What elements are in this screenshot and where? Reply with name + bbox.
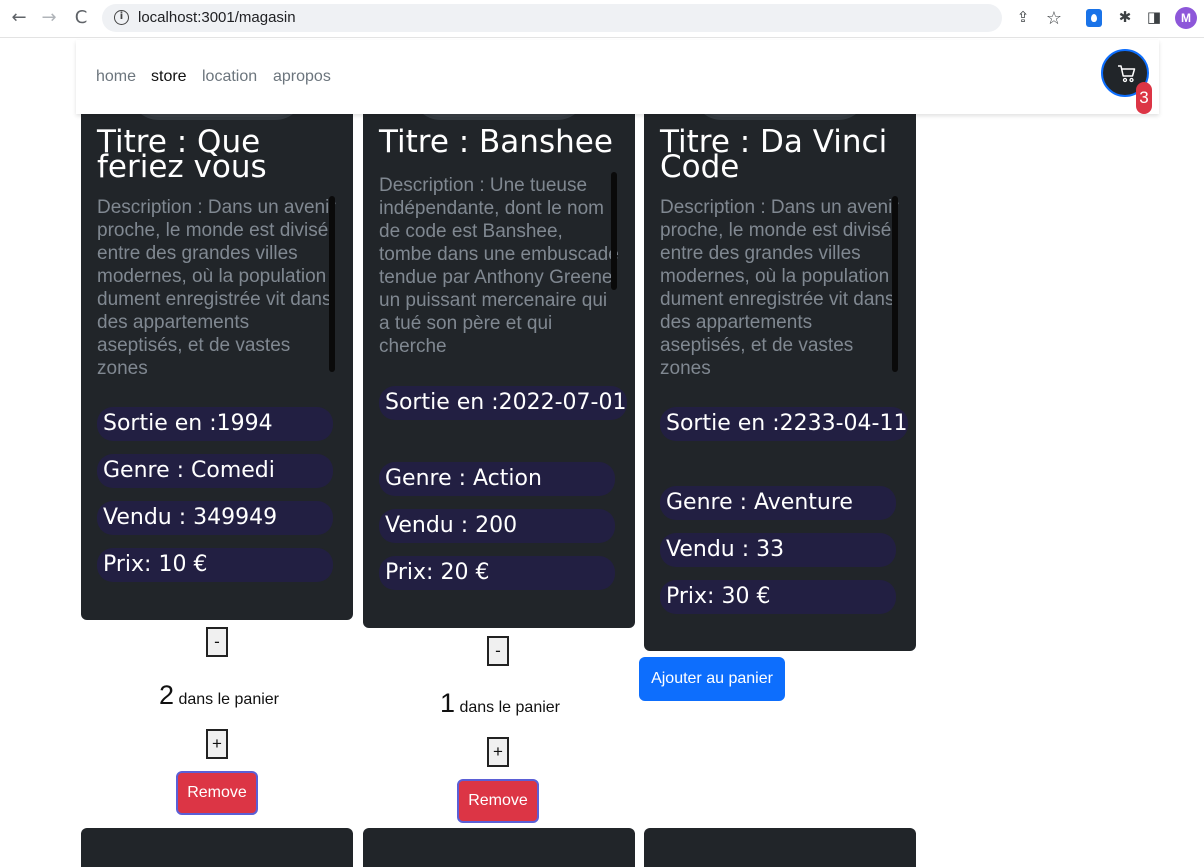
card-title: Titre : Banshee <box>379 124 613 160</box>
movie-card: Titre : Que feriez vous Description : Da… <box>81 100 353 620</box>
site-navbar: home store location apropos 3 <box>76 40 1159 114</box>
card-description[interactable]: Description : Une tueuse indépendante, d… <box>379 174 619 358</box>
genre-pill: Genre : Aventure <box>660 486 896 520</box>
profile-avatar[interactable]: M <box>1175 7 1197 29</box>
add-to-cart-button[interactable]: Ajouter au panier <box>639 657 785 701</box>
nav-link-apropos[interactable]: apropos <box>273 68 331 86</box>
movie-card: Titre : Da Vinci Code Description : Dans… <box>644 100 916 651</box>
sold-pill: Vendu : 349949 <box>97 501 333 535</box>
card-title: Titre : Que feriez vous <box>97 124 267 185</box>
quantity-label: dans le panier <box>174 691 279 708</box>
movie-card <box>644 828 916 867</box>
card-description[interactable]: Description : Dans un avenir proche, le … <box>97 196 337 379</box>
extension-drop-icon[interactable] <box>1086 9 1102 27</box>
genre-pill: Genre : Action <box>379 462 615 496</box>
quantity-value: 1 <box>440 688 456 718</box>
remove-button[interactable]: Remove <box>176 771 258 815</box>
reload-icon[interactable]: C <box>70 6 92 30</box>
movie-card: Titre : Banshee Description : Une tueuse… <box>363 100 635 628</box>
quantity-label: dans le panier <box>455 699 560 716</box>
cart-quantity-line: 2 dans le panier <box>159 680 279 711</box>
remove-button[interactable]: Remove <box>457 779 539 823</box>
extensions-puzzle-icon[interactable]: ✱ <box>1115 8 1135 28</box>
browser-toolbar: ← → C i localhost:3001/magasin ⇪ ☆ ✱ ◨ M <box>0 0 1204 38</box>
side-panel-icon[interactable]: ◨ <box>1144 8 1164 28</box>
back-arrow-icon[interactable]: ← <box>8 6 30 30</box>
price-pill: Prix: 30 € <box>660 580 896 614</box>
forward-arrow-icon[interactable]: → <box>38 6 60 30</box>
cart-count-badge: 3 <box>1136 82 1152 114</box>
address-bar[interactable]: i localhost:3001/magasin <box>102 4 1002 32</box>
price-pill: Prix: 10 € <box>97 548 333 582</box>
description-scrollbar[interactable] <box>611 172 617 290</box>
movie-card <box>363 828 635 867</box>
release-pill: Sortie en :1994 <box>97 407 333 441</box>
sold-pill: Vendu : 200 <box>379 509 615 543</box>
description-scrollbar[interactable] <box>329 196 335 372</box>
increase-quantity-button[interactable]: + <box>206 729 228 759</box>
genre-pill: Genre : Comedi <box>97 454 333 488</box>
decrease-quantity-button[interactable]: - <box>206 627 228 657</box>
share-icon[interactable]: ⇪ <box>1013 8 1033 28</box>
nav-link-store[interactable]: store <box>151 68 187 86</box>
increase-quantity-button[interactable]: + <box>487 737 509 767</box>
decrease-quantity-button[interactable]: - <box>487 636 509 666</box>
cart-quantity-line: 1 dans le panier <box>440 688 560 719</box>
quantity-value: 2 <box>159 680 175 710</box>
card-description[interactable]: Description : Dans un avenir proche, le … <box>660 196 900 379</box>
price-pill: Prix: 20 € <box>379 556 615 590</box>
sold-pill: Vendu : 33 <box>660 533 896 567</box>
release-pill: Sortie en :2233-04-11 <box>660 407 908 441</box>
movie-card <box>81 828 353 867</box>
nav-link-home[interactable]: home <box>96 68 136 86</box>
cart-icon <box>1118 65 1136 83</box>
site-info-icon[interactable]: i <box>114 10 129 25</box>
nav-link-location[interactable]: location <box>202 68 257 86</box>
bookmark-star-icon[interactable]: ☆ <box>1044 8 1064 29</box>
release-pill: Sortie en :2022-07-01 <box>379 386 627 420</box>
url-text[interactable]: localhost:3001/magasin <box>138 9 296 26</box>
card-title: Titre : Da Vinci Code <box>660 124 888 185</box>
description-scrollbar[interactable] <box>892 196 898 372</box>
